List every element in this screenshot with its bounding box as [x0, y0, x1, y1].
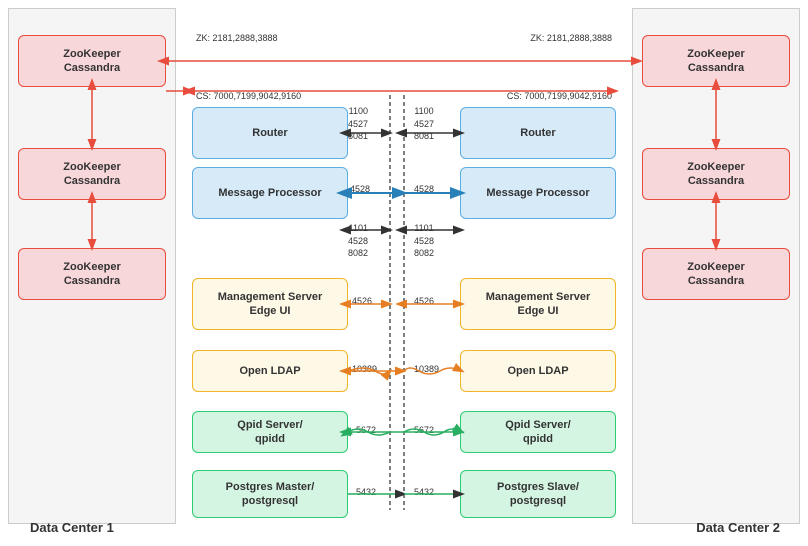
zk1-dc1: ZooKeeperCassandra — [18, 35, 166, 87]
zk1-dc2: ZooKeeperCassandra — [642, 35, 790, 87]
mp-bottom-left: 110145288082 — [348, 222, 368, 260]
zk3-dc2: ZooKeeperCassandra — [642, 248, 790, 300]
qpid-dc2: Qpid Server/qpidd — [460, 411, 616, 453]
mgmt-port-left: 4526 — [352, 295, 372, 308]
router-port-right: 110045278081 — [414, 105, 434, 143]
router-port-left: 110045278081 — [348, 105, 368, 143]
qpid-dc1: Qpid Server/qpidd — [192, 411, 348, 453]
zk2-dc2: ZooKeeperCassandra — [642, 148, 790, 200]
router-dc2: Router — [460, 107, 616, 159]
mgmt-port-right: 4526 — [414, 295, 434, 308]
zk-port-left: ZK: 2181,2888,3888 — [196, 32, 278, 45]
mp-dc2: Message Processor — [460, 167, 616, 219]
mp-bottom-right: 110145288082 — [414, 222, 434, 260]
cs-port-right: CS: 7000,7199,9042,9160 — [507, 90, 612, 103]
zk-port-right: ZK: 2181,2888,3888 — [530, 32, 612, 45]
cs-port-left: CS: 7000,7199,9042,9160 — [196, 90, 301, 103]
pg-dc1: Postgres Master/postgresql — [192, 470, 348, 518]
mgmt-dc1: Management ServerEdge UI — [192, 278, 348, 330]
mp-port-right: 4528 — [414, 183, 434, 196]
mp-port-left: 4528 — [350, 183, 370, 196]
ldap-port-right: 10389 — [414, 363, 439, 376]
zk2-dc1: ZooKeeperCassandra — [18, 148, 166, 200]
ldap-dc2: Open LDAP — [460, 350, 616, 392]
mgmt-dc2: Management ServerEdge UI — [460, 278, 616, 330]
ldap-port-left: 10389 — [352, 363, 377, 376]
dc2-label: Data Center 2 — [696, 520, 780, 535]
zk3-dc1: ZooKeeperCassandra — [18, 248, 166, 300]
pg-port-right: 5432 — [414, 486, 434, 499]
qpid-port-left: 5672 — [356, 424, 376, 437]
mp-dc1: Message Processor — [192, 167, 348, 219]
ldap-dc1: Open LDAP — [192, 350, 348, 392]
pg-dc2: Postgres Slave/postgresql — [460, 470, 616, 518]
qpid-port-right: 5672 — [414, 424, 434, 437]
dc1-label: Data Center 1 — [30, 520, 114, 535]
pg-port-left: 5432 — [356, 486, 376, 499]
diagram-container: Data Center 1 Data Center 2 ZooKeeperCas… — [0, 0, 808, 546]
router-dc1: Router — [192, 107, 348, 159]
